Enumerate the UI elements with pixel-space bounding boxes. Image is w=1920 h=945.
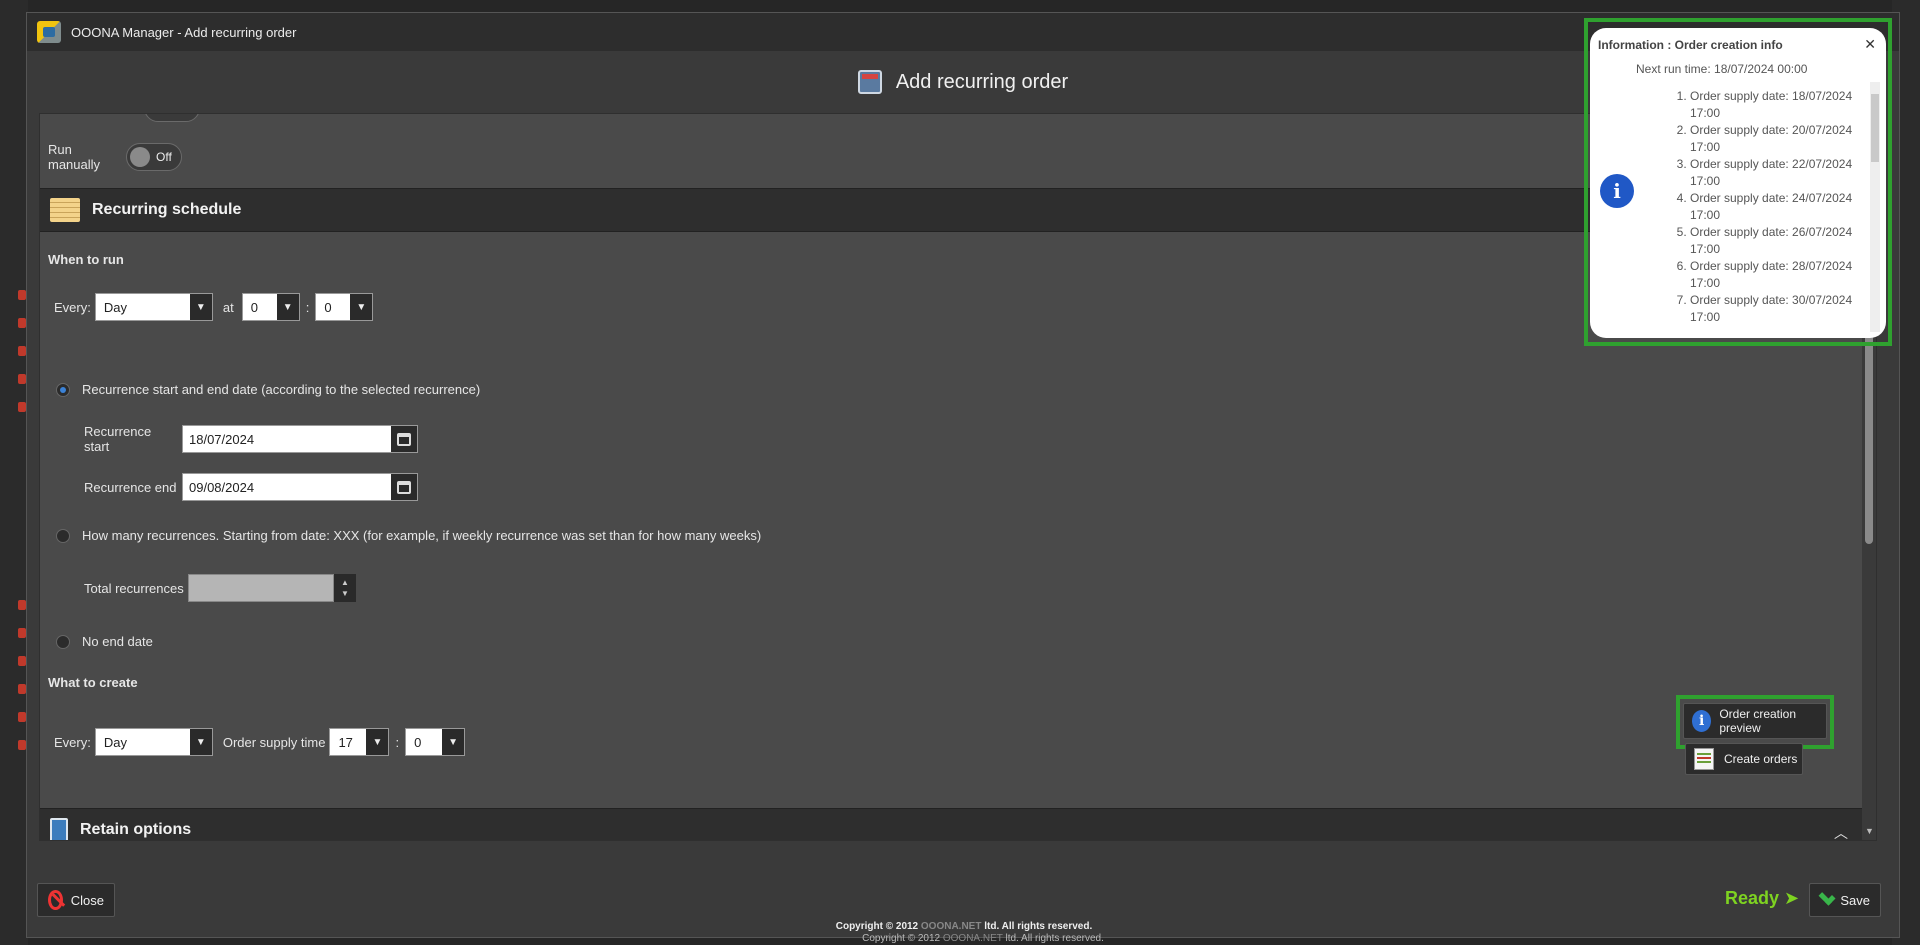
create-every-value: Day xyxy=(103,734,127,750)
close-button[interactable]: Close xyxy=(37,883,115,917)
list-item: Order supply date: 18/07/2024 17:00 xyxy=(1690,88,1864,122)
supply-time-label: Order supply time xyxy=(222,734,326,750)
chevron-down-icon: ▼ xyxy=(350,294,373,320)
check-icon xyxy=(1818,888,1836,906)
run-every-select[interactable]: Day ▼ xyxy=(94,293,213,321)
radio-how-many[interactable] xyxy=(56,528,70,543)
page-title: Add recurring order xyxy=(895,70,1069,93)
create-every-select[interactable]: Day ▼ xyxy=(94,728,213,756)
close-label: Close xyxy=(70,892,104,908)
chevron-down-icon: ▼ xyxy=(189,729,212,755)
save-label: Save xyxy=(1840,892,1870,908)
chevron-down-icon[interactable]: ▼ xyxy=(341,588,349,599)
supply-hour-value: 17 xyxy=(338,734,353,750)
chevron-down-icon: ▼ xyxy=(189,294,212,320)
background-left-strip xyxy=(0,0,28,945)
list-item: Order supply date: 30/07/2024 17:00 xyxy=(1690,292,1864,326)
radio-start-end-row[interactable]: Recurrence start and end date (according… xyxy=(56,382,480,397)
radio-no-end[interactable] xyxy=(56,634,70,649)
clipboard-icon xyxy=(50,818,68,840)
recurrence-start-value[interactable]: 18/07/2024 xyxy=(183,432,391,447)
recurrence-end-datepicker[interactable]: 09/08/2024 xyxy=(182,473,418,501)
copyright-footer-background: Copyright © 2012 OOONA.NET ltd. All righ… xyxy=(862,933,1104,944)
recurrence-start-datepicker[interactable]: 18/07/2024 xyxy=(182,425,418,453)
list-item: Order supply date: 28/07/2024 17:00 xyxy=(1690,258,1864,292)
run-manually-label: Run manually xyxy=(48,142,101,172)
order-supply-list: Order supply date: 18/07/2024 17:00 Orde… xyxy=(1674,88,1864,326)
info-icon: i xyxy=(1692,710,1712,732)
order-creation-preview-label: Order creation preview xyxy=(1719,707,1797,735)
recurrence-end-value[interactable]: 09/08/2024 xyxy=(183,480,391,495)
hidden-toggle-partial[interactable] xyxy=(144,114,200,122)
recurrence-end-label: Recurrence end xyxy=(84,479,177,495)
save-button[interactable]: Save xyxy=(1809,883,1881,917)
next-run-time: Next run time: 18/07/2024 00:00 xyxy=(1636,62,1808,76)
supply-minute-select[interactable]: 0 ▼ xyxy=(405,728,466,756)
list-item: Order supply date: 26/07/2024 17:00 xyxy=(1690,224,1864,258)
popup-scroll-thumb[interactable] xyxy=(1871,94,1879,162)
close-icon xyxy=(48,890,63,910)
radio-how-many-label: How many recurrences. Starting from date… xyxy=(82,528,762,543)
list-item: Order supply date: 22/07/2024 17:00 xyxy=(1690,156,1864,190)
close-icon[interactable]: ✕ xyxy=(1864,36,1876,53)
retain-options-section-header[interactable]: Retain options ︿ xyxy=(40,808,1864,840)
calendar-icon[interactable] xyxy=(391,426,417,452)
chevron-up-icon[interactable]: ︿ xyxy=(1834,823,1848,840)
chevron-down-icon: ▼ xyxy=(276,294,299,320)
run-every-value: Day xyxy=(103,299,127,315)
create-orders-label: Create orders xyxy=(1724,752,1798,766)
chevron-down-icon: ▼ xyxy=(442,729,465,755)
create-orders-button[interactable]: Create orders xyxy=(1685,743,1803,775)
supply-colon: : xyxy=(395,734,400,750)
at-label: at xyxy=(222,299,234,315)
retain-options-title: Retain options xyxy=(80,821,192,838)
recurring-schedule-title: Recurring schedule xyxy=(92,201,242,218)
order-creation-info-popup: Information : Order creation info ✕ Next… xyxy=(1590,28,1886,338)
every-label: Every: xyxy=(54,299,91,315)
chevron-down-icon: ▼ xyxy=(366,729,389,755)
status-ready: Ready ➤ xyxy=(1725,888,1800,908)
calendar-order-icon xyxy=(857,70,882,94)
recurrence-start-label: Recurrence start xyxy=(84,424,152,454)
window-title: OOONA Manager - Add recurring order xyxy=(71,24,297,40)
when-to-run-heading: When to run xyxy=(48,252,124,267)
total-recurrences-input[interactable] xyxy=(188,574,334,602)
orders-icon xyxy=(1694,748,1714,770)
chevron-up-icon[interactable]: ▲ xyxy=(341,577,349,588)
list-item: Order supply date: 20/07/2024 17:00 xyxy=(1690,122,1864,156)
list-item: Order supply date: 24/07/2024 17:00 xyxy=(1690,190,1864,224)
run-minute-select[interactable]: 0 ▼ xyxy=(315,293,374,321)
stepper-arrows[interactable]: ▲ ▼ xyxy=(334,574,356,602)
toggle-state: Off xyxy=(156,150,172,164)
toggle-knob xyxy=(130,147,150,167)
radio-no-end-row[interactable]: No end date xyxy=(56,634,153,649)
copyright-footer: Copyright © 2012 OOONA.NET ltd. All righ… xyxy=(835,921,1093,932)
radio-start-end[interactable] xyxy=(56,382,70,397)
schedule-icon xyxy=(50,198,80,222)
create-every-label: Every: xyxy=(54,734,91,750)
total-recurrences-label: Total recurrences xyxy=(84,580,184,596)
info-icon: i xyxy=(1600,174,1634,208)
popup-title: Information : Order creation info xyxy=(1598,38,1783,52)
app-logo-icon xyxy=(37,21,61,43)
time-colon: : xyxy=(305,299,310,315)
run-manually-toggle[interactable]: Off xyxy=(126,143,182,171)
supply-hour-select[interactable]: 17 ▼ xyxy=(329,728,390,756)
radio-how-many-row[interactable]: How many recurrences. Starting from date… xyxy=(56,528,761,543)
run-hour-select[interactable]: 0 ▼ xyxy=(241,293,300,321)
supply-minute-value: 0 xyxy=(414,734,422,750)
what-to-create-heading: What to create xyxy=(48,675,138,690)
run-minute-value: 0 xyxy=(324,299,332,315)
radio-no-end-label: No end date xyxy=(82,634,153,649)
total-recurrences-stepper[interactable]: ▲ ▼ xyxy=(188,574,356,602)
scroll-down-arrow[interactable]: ▼ xyxy=(1865,826,1874,836)
run-hour-value: 0 xyxy=(250,299,258,315)
calendar-icon[interactable] xyxy=(391,474,417,500)
radio-start-end-label: Recurrence start and end date (according… xyxy=(82,382,481,397)
order-creation-preview-button[interactable]: i Order creation preview xyxy=(1683,703,1827,739)
